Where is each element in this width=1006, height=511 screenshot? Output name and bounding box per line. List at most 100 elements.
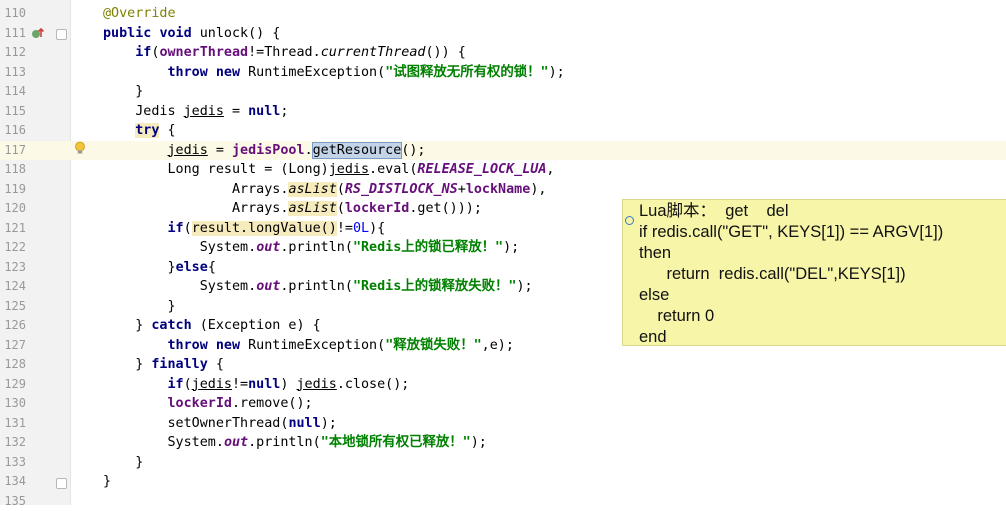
- code-line[interactable]: 116 try {: [0, 121, 1006, 141]
- code-line[interactable]: 133 }: [0, 453, 1006, 473]
- code-line[interactable]: 134}: [0, 472, 1006, 492]
- code-token: !=: [337, 221, 353, 236]
- code-line[interactable]: 128 } finally {: [0, 355, 1006, 375]
- code-text: System.out.println("Redis上的锁已释放！");: [103, 238, 519, 258]
- note-anchor-icon: [625, 216, 634, 225]
- code-text: }: [103, 297, 176, 317]
- code-token: }: [103, 260, 176, 275]
- line-number: 121: [0, 219, 26, 239]
- code-token: (: [337, 201, 345, 216]
- code-token: Long result = (Long): [103, 162, 329, 177]
- code-token: if: [168, 377, 184, 392]
- code-token: jedis: [297, 377, 337, 392]
- code-token: {: [216, 357, 224, 372]
- code-line[interactable]: 114 }: [0, 82, 1006, 102]
- line-number: 134: [0, 472, 26, 492]
- code-text: @Override: [103, 4, 176, 24]
- code-token: 0L: [353, 221, 369, 236]
- code-line[interactable]: 115 Jedis jedis = null;: [0, 102, 1006, 122]
- code-token: );: [549, 65, 565, 80]
- override-up-arrow-icon[interactable]: [31, 26, 45, 43]
- code-text: public void unlock() {: [103, 24, 280, 44]
- note-line: return 0: [639, 306, 714, 327]
- code-token: System.: [103, 240, 256, 255]
- code-text: }: [103, 82, 143, 102]
- code-token: =: [224, 104, 248, 119]
- code-text: throw new RuntimeException("试图释放无所有权的锁！"…: [103, 63, 565, 83]
- code-token: .close();: [337, 377, 410, 392]
- code-token: ){: [369, 221, 385, 236]
- code-token: catch: [151, 318, 199, 333]
- code-text: if(ownerThread!=Thread.currentThread()) …: [103, 43, 466, 63]
- code-token: void: [159, 26, 199, 41]
- code-token: ),: [530, 182, 546, 197]
- code-token: jedis: [192, 377, 232, 392]
- code-text: } catch (Exception e) {: [103, 316, 321, 336]
- code-token: null: [288, 416, 320, 431]
- code-line[interactable]: 117 jedis = jedisPool.getResource();: [0, 141, 1006, 161]
- code-token: [103, 396, 168, 411]
- line-number: 130: [0, 394, 26, 414]
- code-token: else: [176, 260, 208, 275]
- code-token: lockName: [466, 182, 531, 197]
- code-token: if: [168, 221, 184, 236]
- line-number: 131: [0, 414, 26, 434]
- code-line[interactable]: 118 Long result = (Long)jedis.eval(RELEA…: [0, 160, 1006, 180]
- note-line: if redis.call("GET", KEYS[1]) == ARGV[1]…: [639, 222, 943, 243]
- fold-toggle-icon[interactable]: [56, 29, 67, 40]
- code-token: jedis: [329, 162, 369, 177]
- code-token: setOwnerThread(: [103, 416, 288, 431]
- code-token: RS_DISTLOCK_NS: [345, 182, 458, 197]
- code-line[interactable]: 135: [0, 492, 1006, 511]
- code-token: .remove();: [232, 396, 313, 411]
- code-text: Long result = (Long)jedis.eval(RELEASE_L…: [103, 160, 554, 180]
- code-token: lockerId: [168, 396, 233, 411]
- code-token: {: [208, 260, 216, 275]
- code-token: [103, 221, 168, 236]
- line-number: 129: [0, 375, 26, 395]
- code-token: throw: [168, 338, 216, 353]
- code-token: }: [103, 299, 176, 314]
- code-token: [103, 65, 168, 80]
- code-line[interactable]: 110@Override: [0, 4, 1006, 24]
- code-token: );: [517, 279, 533, 294]
- code-text: try {: [103, 121, 176, 141]
- code-line[interactable]: 132 System.out.println("本地锁所有权已释放！");: [0, 433, 1006, 453]
- code-text: if(jedis!=null) jedis.close();: [103, 375, 409, 395]
- code-token: "试图释放无所有权的锁！": [385, 65, 548, 80]
- line-number: 117: [0, 141, 26, 161]
- line-number: 115: [0, 102, 26, 122]
- line-number: 124: [0, 277, 26, 297]
- note-line: else: [639, 285, 669, 306]
- code-text: jedis = jedisPool.getResource();: [103, 141, 426, 161]
- code-line[interactable]: 130 lockerId.remove();: [0, 394, 1006, 414]
- code-text: if(result.longValue()!=0L){: [103, 219, 385, 239]
- line-number: 113: [0, 63, 26, 83]
- code-token: (: [337, 182, 345, 197]
- code-text: Arrays.asList(RS_DISTLOCK_NS+lockName),: [103, 180, 546, 200]
- line-number: 125: [0, 297, 26, 317]
- code-text: }: [103, 453, 143, 473]
- line-number: 118: [0, 160, 26, 180]
- code-line[interactable]: 112 if(ownerThread!=Thread.currentThread…: [0, 43, 1006, 63]
- code-token: {: [159, 123, 175, 138]
- code-line[interactable]: 111public void unlock() {: [0, 24, 1006, 44]
- line-number: 135: [0, 492, 26, 511]
- code-token: out: [224, 435, 248, 450]
- code-text: lockerId.remove();: [103, 394, 313, 414]
- code-token: finally: [151, 357, 216, 372]
- code-token: ();: [401, 143, 425, 158]
- code-line[interactable]: 129 if(jedis!=null) jedis.close();: [0, 375, 1006, 395]
- line-number: 114: [0, 82, 26, 102]
- code-token: (: [184, 221, 192, 236]
- code-line[interactable]: 131 setOwnerThread(null);: [0, 414, 1006, 434]
- code-token: RuntimeException(: [248, 338, 385, 353]
- fold-toggle-icon[interactable]: [56, 478, 67, 489]
- note-line: Lua脚本： get del: [639, 201, 789, 222]
- code-line[interactable]: 113 throw new RuntimeException("试图释放无所有权…: [0, 63, 1006, 83]
- code-token: asList: [288, 182, 336, 197]
- lightbulb-icon[interactable]: [74, 141, 86, 159]
- code-line[interactable]: 119 Arrays.asList(RS_DISTLOCK_NS+lockNam…: [0, 180, 1006, 200]
- code-token: =: [208, 143, 232, 158]
- code-text: Jedis jedis = null;: [103, 102, 288, 122]
